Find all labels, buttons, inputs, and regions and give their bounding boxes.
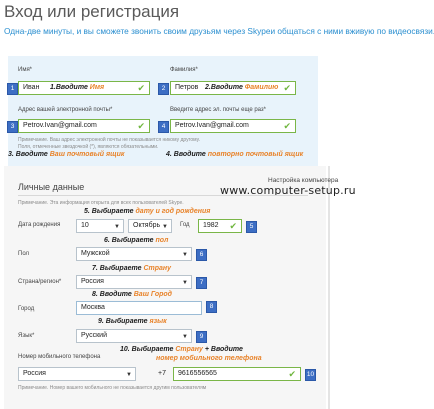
last-name-label: Фамилия* <box>170 67 198 73</box>
phone-value: 9616556565 <box>178 370 217 377</box>
language-value: Русский <box>81 332 107 339</box>
phone-country-select[interactable]: Россия ▼ <box>18 367 136 381</box>
first-name-value: Иван <box>23 84 40 91</box>
country-label: Страна/регион* <box>18 279 62 285</box>
email-repeat-field[interactable]: Petrov.Ivan@gmail.com ✔ <box>170 119 296 133</box>
email-label: Адрес вашей электронной почты* <box>18 107 113 113</box>
phone-label: Номер мобильного телефона <box>18 354 101 360</box>
annotation-2: 2.Вводите Фамилию <box>205 84 279 91</box>
section-title: Личные данные <box>18 182 85 192</box>
last-name-value: Петров <box>175 84 199 91</box>
page-subtitle: Одна-две минуты, и вы сможете звонить св… <box>4 26 434 36</box>
phone-hint: Примечание. Номер вашего мобильного не п… <box>18 385 207 391</box>
email-repeat-label: Введите адрес эл. почты еще раз* <box>170 107 267 113</box>
chevron-down-icon: ▼ <box>182 280 188 286</box>
country-value: Россия <box>81 278 104 285</box>
day-select[interactable]: 10 ▼ <box>76 219 124 233</box>
city-value: Москва <box>81 304 105 311</box>
gender-select[interactable]: Мужской ▼ <box>76 247 192 261</box>
day-value: 10 <box>81 222 89 229</box>
city-label: Город <box>18 306 35 312</box>
annotation-10-line2: номер мобильного телефона <box>156 355 262 362</box>
checkmark-icon: ✔ <box>283 83 291 93</box>
divider <box>18 195 308 196</box>
phone-country-value: Россия <box>23 370 46 377</box>
annotation-7: 7. Выбираете Страну <box>92 265 172 272</box>
email-repeat-value: Petrov.Ivan@gmail.com <box>175 122 249 129</box>
step-marker-5: 5 <box>246 221 257 233</box>
year-field[interactable]: 1982 ✔ <box>198 219 242 233</box>
step-marker-7: 7 <box>196 277 207 289</box>
chevron-down-icon: ▼ <box>162 224 168 230</box>
year-label: Год <box>180 222 190 228</box>
chevron-down-icon: ▼ <box>182 334 188 340</box>
language-label: Язык* <box>18 333 35 339</box>
month-select[interactable]: Октябрь ▼ <box>128 219 172 233</box>
personal-note: Примечание. Эта информация открыта для в… <box>18 200 184 206</box>
email-hint: Примечание. Ваш адрес электронной почты … <box>18 137 200 143</box>
city-field[interactable]: Москва <box>76 301 202 315</box>
step-marker-8: 8 <box>206 301 217 313</box>
panel-edge <box>328 166 330 409</box>
phone-field[interactable]: 9616556565 ✔ <box>173 367 301 381</box>
annotation-1: 1.Вводите Имя <box>50 84 105 91</box>
annotation-9: 9. Выбираете язык <box>98 318 167 325</box>
first-name-label: Имя* <box>18 67 33 73</box>
checkmark-icon: ✔ <box>288 369 296 379</box>
checkmark-icon: ✔ <box>229 221 237 231</box>
step-marker-6: 6 <box>196 249 207 261</box>
checkmark-icon: ✔ <box>283 121 291 131</box>
birth-date-label: Дата рождения <box>18 222 61 228</box>
annotation-6: 6. Выбираете пол <box>104 237 169 244</box>
gender-value: Мужской <box>81 250 110 257</box>
phone-country-code: +7 <box>158 370 166 377</box>
country-select[interactable]: Россия ▼ <box>76 275 192 289</box>
chevron-down-icon: ▼ <box>114 224 120 230</box>
year-value: 1982 <box>203 222 219 229</box>
required-hint: Поля, отмеченные звездочкой (*), являютс… <box>18 144 159 150</box>
watermark-tagline: Настройка компьютера <box>268 177 339 184</box>
email-value: Petrov.Ivan@gmail.com <box>23 122 97 129</box>
annotation-3: 3. Вводите Ваш почтовый ящик <box>8 151 125 158</box>
annotation-4: 4. Вводите повторно почтовый ящик <box>166 151 304 158</box>
step-marker-10: 10 <box>305 369 316 381</box>
step-marker-3: 3 <box>7 121 18 133</box>
gender-label: Пол <box>18 251 30 257</box>
chevron-down-icon: ▼ <box>182 252 188 258</box>
language-select[interactable]: Русский ▼ <box>76 329 192 343</box>
step-marker-1: 1 <box>7 83 18 95</box>
month-value: Октябрь <box>133 222 161 229</box>
step-marker-2: 2 <box>158 83 169 95</box>
checkmark-icon: ✔ <box>137 83 145 93</box>
annotation-10-line1: 10. Выбираете Страну + Вводите <box>120 346 243 353</box>
step-marker-9: 9 <box>196 331 207 343</box>
chevron-down-icon: ▼ <box>126 372 132 378</box>
email-field[interactable]: Petrov.Ivan@gmail.com ✔ <box>18 119 150 133</box>
checkmark-icon: ✔ <box>137 121 145 131</box>
annotation-8: 8. Вводите Ваш Город <box>92 291 172 298</box>
annotation-5: 5. Выбираете дату и год рождения <box>84 208 211 215</box>
page-title: Вход или регистрация <box>4 2 180 21</box>
step-marker-4: 4 <box>158 121 169 133</box>
